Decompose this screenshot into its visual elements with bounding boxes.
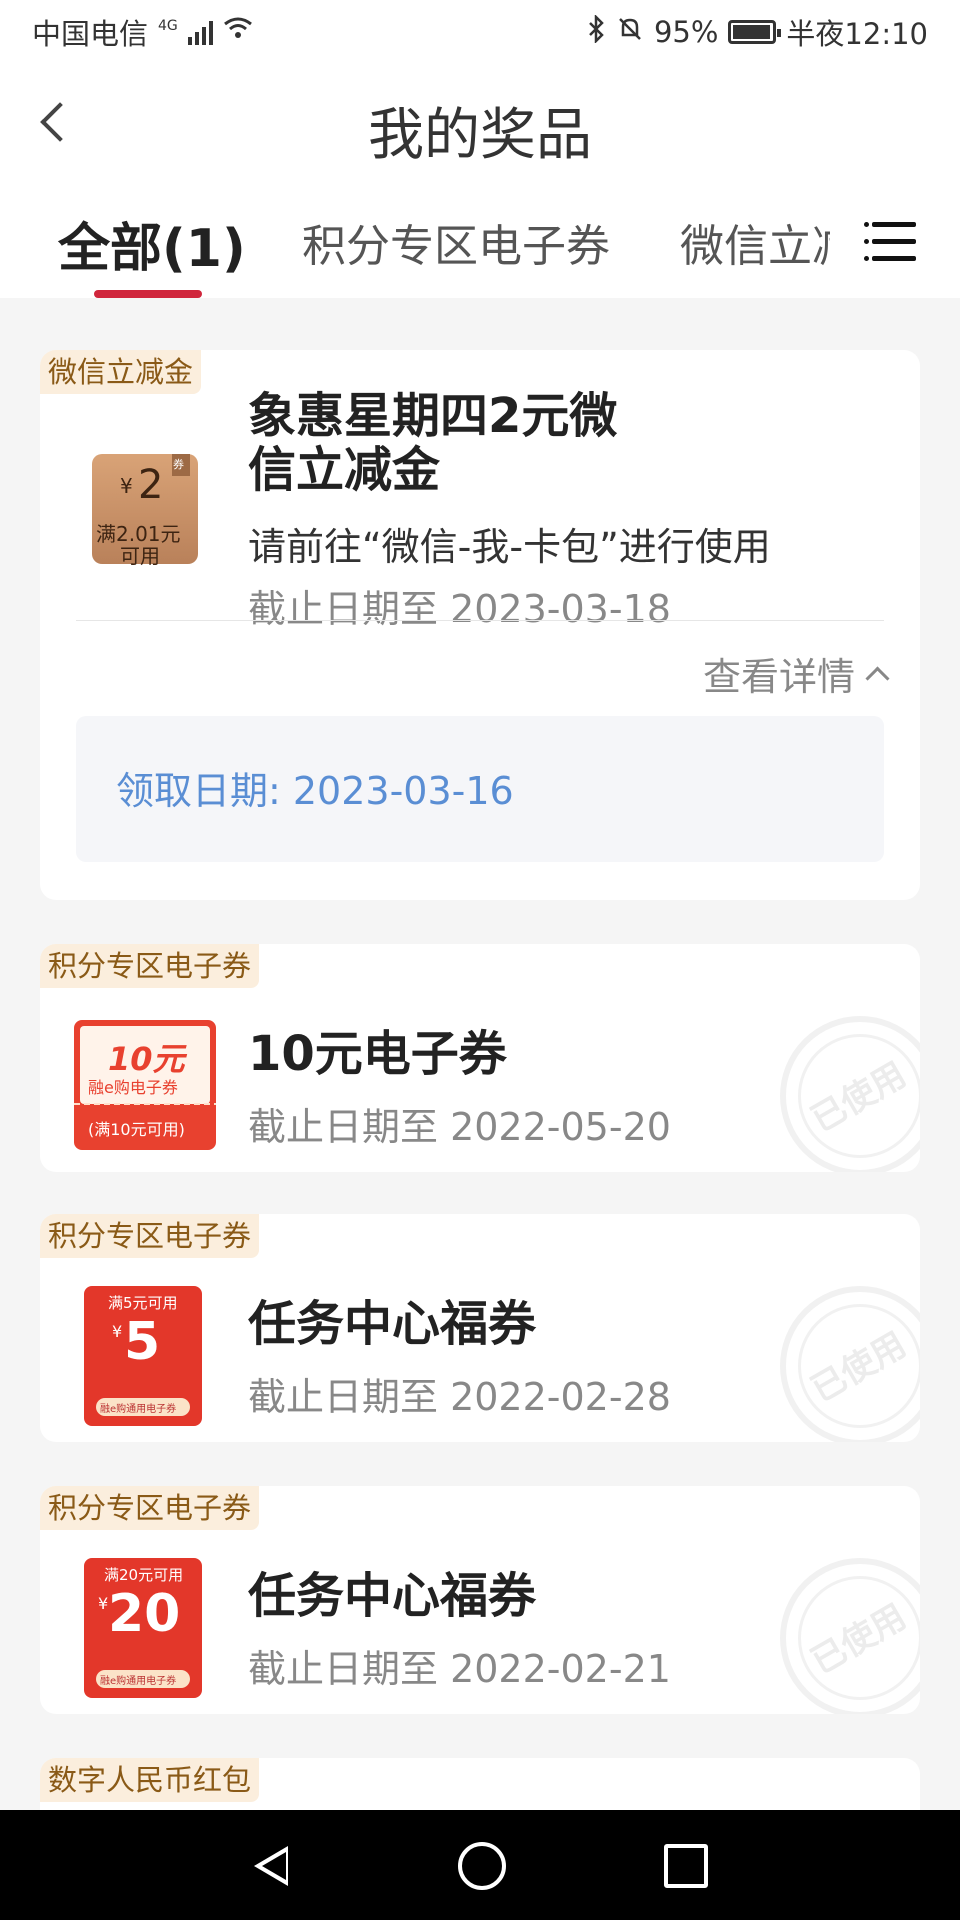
prize-card[interactable]: 积分专区电子券 10元 融e购电子券 (满10元可用) 10元电子券 截止日期至… <box>40 944 920 1172</box>
menu-list-icon[interactable] <box>864 220 916 264</box>
prize-title-line1: 象惠星期四2元微 <box>248 388 618 444</box>
prize-category-tag: 微信立减金 <box>40 350 202 394</box>
chevron-up-icon <box>865 666 890 691</box>
status-bar: 中国电信 4G 95% 半夜12:10 <box>0 0 960 64</box>
used-stamp: 已使用 <box>780 1558 920 1714</box>
coupon-thumbnail: 满5元可用 ¥ 5 融e购通用电子券 <box>84 1286 202 1426</box>
prize-category-tag: 积分专区电子券 <box>40 1486 260 1530</box>
expiry-date: 截止日期至 2022-05-20 <box>248 1105 671 1149</box>
view-details-toggle[interactable]: 查看详情 <box>702 646 890 701</box>
prize-category-tag: 数字人民币红包 <box>40 1758 260 1802</box>
view-details-label: 查看详情 <box>702 655 855 699</box>
active-tab-indicator <box>94 290 202 298</box>
prize-usage-hint: 请前往“微信-我-卡包”进行使用 <box>248 525 771 569</box>
system-nav-bar <box>0 1810 960 1920</box>
mute-bell-icon <box>616 15 644 50</box>
prize-title-line2: 信立减金 <box>248 442 441 498</box>
prize-title: 任务中心福券 <box>248 1568 537 1624</box>
prize-card[interactable]: 积分专区电子券 满5元可用 ¥ 5 融e购通用电子券 任务中心福券 截止日期至 … <box>40 1214 920 1442</box>
clock: 半夜12:10 <box>786 17 928 51</box>
coupon-thumbnail: 10元 融e购电子券 (满10元可用) <box>74 1020 216 1152</box>
page-title: 我的奖品 <box>368 103 592 168</box>
battery-icon <box>728 20 782 44</box>
prize-category-tag: 积分专区电子券 <box>40 1214 260 1258</box>
battery-percent: 95% <box>653 15 719 49</box>
coupon-thumbnail: 券 ¥ 2 满2.01元 可用 <box>90 452 200 568</box>
nav-home-icon[interactable] <box>458 1842 506 1890</box>
prize-card[interactable]: 微信立减金 券 ¥ 2 满2.01元 可用 象惠星期四2元微 信立减金 请前往“… <box>40 350 920 900</box>
tab-all[interactable]: 全部(1) <box>58 206 246 281</box>
signal-icon <box>187 19 213 45</box>
used-stamp: 已使用 <box>780 1016 920 1172</box>
nav-back-icon[interactable] <box>254 1846 288 1886</box>
network-type: 4G <box>158 18 178 34</box>
receive-info-box: 领取日期: 2023-03-16 <box>76 716 884 862</box>
tab-points-ecoupon[interactable]: 积分专区电子券 <box>302 210 610 274</box>
used-stamp: 已使用 <box>780 1286 920 1442</box>
wifi-icon <box>223 15 253 49</box>
divider <box>76 620 884 621</box>
coupon-thumbnail: 满20元可用 ¥ 20 融e购通用电子券 <box>84 1558 202 1698</box>
header: 我的奖品 <box>0 64 960 184</box>
tab-wechat-discount[interactable]: 微信立减 <box>680 210 830 274</box>
prize-category-tag: 积分专区电子券 <box>40 944 260 988</box>
carrier-name: 中国电信 <box>32 17 149 51</box>
prize-card[interactable]: 积分专区电子券 满20元可用 ¥ 20 融e购通用电子券 任务中心福券 截止日期… <box>40 1486 920 1714</box>
expiry-date: 截止日期至 2023-03-18 <box>248 587 671 631</box>
expiry-date: 截止日期至 2022-02-28 <box>248 1375 671 1419</box>
tab-bar: 全部(1) 积分专区电子券 微信立减 <box>0 184 960 298</box>
nav-recents-icon[interactable] <box>664 1844 708 1888</box>
receive-date: 领取日期: 2023-03-16 <box>116 769 514 813</box>
bluetooth-icon <box>586 13 606 50</box>
prize-title: 10元电子券 <box>248 1026 507 1082</box>
expiry-date: 截止日期至 2022-02-21 <box>248 1647 671 1691</box>
prize-title: 任务中心福券 <box>248 1296 537 1352</box>
